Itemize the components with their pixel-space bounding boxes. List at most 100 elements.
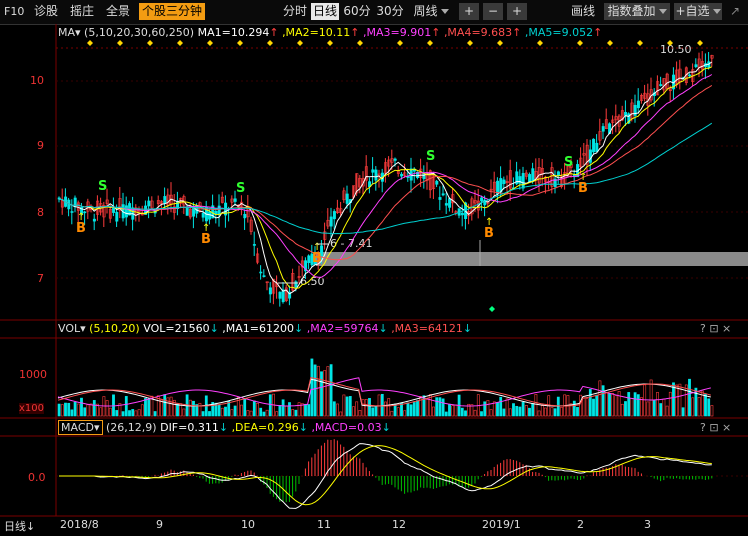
volume-bar (294, 409, 298, 417)
volume-bar (339, 411, 343, 417)
volume-bar (598, 380, 602, 417)
volume-bar (128, 410, 131, 417)
volume-bar (499, 396, 503, 417)
signal-marks-layer: B↑B↑B↑B↑B↑S SS S (76, 40, 703, 312)
event-marker-icon (297, 40, 303, 46)
volume-bar (412, 402, 416, 417)
candle-body (278, 291, 282, 299)
volume-bar (444, 411, 448, 417)
volume-bar (614, 395, 618, 417)
candle-body (438, 197, 442, 200)
up-arrow-icon: ↑ (579, 172, 587, 183)
candle-body (217, 205, 221, 215)
volume-bar (163, 394, 167, 417)
volume-bar (217, 404, 221, 417)
volume-bar (556, 396, 560, 417)
volume-bar (521, 401, 525, 417)
candle-body (262, 275, 266, 277)
volume-bar (438, 397, 442, 417)
volume-bar (92, 400, 96, 417)
volume-bar (355, 401, 359, 417)
volume-bar (451, 405, 455, 417)
volume-bar (608, 393, 611, 417)
volume-bar (105, 400, 109, 417)
volume-bar (409, 404, 413, 417)
volume-bar (313, 364, 317, 417)
volume-bar (656, 392, 659, 417)
volume-bar (345, 396, 349, 417)
volume-layer (57, 358, 714, 417)
volume-bar (310, 358, 314, 417)
volume-bar (358, 410, 362, 417)
volume-bar (374, 405, 378, 417)
volume-bar (604, 392, 608, 417)
volume-bar (368, 398, 371, 417)
volume-bar (646, 401, 650, 417)
volume-bar (243, 398, 247, 417)
volume-bar (396, 407, 400, 417)
candle-body (185, 207, 189, 216)
candle-body (694, 64, 698, 68)
candle-body (115, 211, 119, 222)
volume-bar (576, 407, 579, 417)
volume-bar (364, 399, 368, 417)
volume-bar (320, 371, 323, 417)
volume-bar (652, 400, 656, 417)
volume-bar (291, 409, 295, 417)
volume-bar (124, 396, 128, 417)
volume-bar (121, 411, 125, 417)
candle-body (521, 173, 525, 189)
volume-bar (188, 399, 192, 417)
buy-signal: B (201, 232, 211, 247)
candle-body (636, 100, 640, 109)
event-marker-icon (147, 40, 153, 46)
candle-body (214, 211, 218, 215)
volume-bar (387, 398, 391, 417)
volume-bar (198, 402, 202, 417)
buy-signal: B (76, 221, 86, 236)
volume-bar (425, 398, 429, 417)
volume-bar (707, 398, 711, 417)
volume-bar (73, 401, 77, 417)
volume-bar (582, 397, 586, 417)
volume-bar (611, 393, 615, 417)
volume-bar (182, 408, 186, 417)
candles-layer (57, 51, 714, 307)
event-marker-icon (87, 40, 93, 46)
volume-bar (480, 411, 483, 417)
volume-bar (304, 403, 307, 417)
volume-bar (537, 410, 541, 417)
volume-bar (268, 394, 272, 417)
volume-bar (70, 409, 74, 417)
sell-signal: S (236, 181, 245, 196)
chart-canvas[interactable]: B↑B↑B↑B↑B↑S SS S (0, 0, 748, 536)
volume-bar (489, 409, 493, 417)
volume-bar (662, 398, 666, 417)
volume-bar (336, 403, 339, 417)
volume-bar (246, 410, 250, 417)
volume-bar (665, 405, 669, 417)
price-range-band (316, 252, 748, 266)
event-marker-icon (427, 40, 433, 46)
event-marker-icon (327, 40, 333, 46)
volume-bar (252, 400, 256, 417)
volume-bar (710, 405, 714, 417)
volume-bar (636, 394, 640, 417)
volume-bar (486, 400, 490, 417)
event-marker-icon (207, 40, 213, 46)
event-marker-icon (607, 40, 613, 46)
volume-bar (342, 394, 346, 417)
volume-bar (316, 365, 320, 417)
volume-bar (528, 407, 531, 417)
volume-bar (297, 402, 301, 417)
volume-bar (230, 409, 234, 417)
candle-body (502, 179, 506, 184)
candle-body (624, 111, 628, 116)
volume-bar (515, 405, 519, 417)
candle-body (531, 168, 535, 182)
volume-bar (153, 411, 157, 417)
event-marker-icon (117, 40, 123, 46)
volume-bar (249, 410, 253, 417)
volume-bar (115, 410, 119, 417)
volume-bar (134, 410, 138, 417)
